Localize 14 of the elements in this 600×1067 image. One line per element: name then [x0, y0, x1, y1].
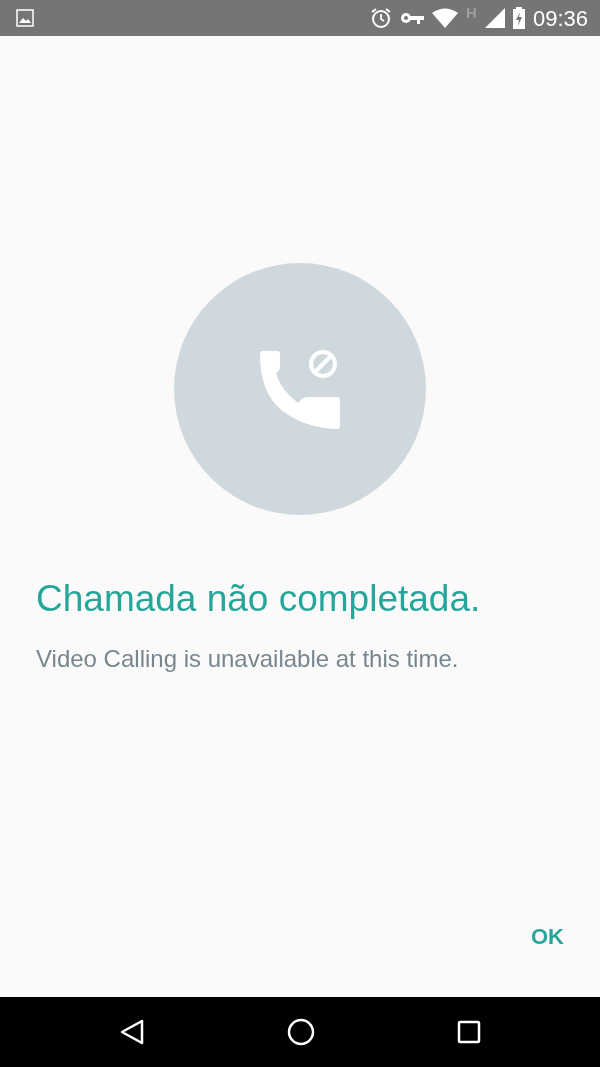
phone-blocked-icon	[258, 349, 342, 429]
back-icon[interactable]	[119, 1018, 145, 1046]
recent-apps-icon[interactable]	[457, 1020, 481, 1044]
clock: 09:36	[532, 4, 588, 33]
home-icon[interactable]	[287, 1018, 315, 1046]
wifi-icon	[432, 8, 459, 28]
battery-charging-icon	[512, 7, 525, 29]
dialog-title: Chamada não completada.	[36, 577, 482, 621]
dialog-message: Video Calling is unavailable at this time.	[36, 644, 460, 675]
signal-icon	[484, 8, 505, 28]
key-icon	[400, 11, 425, 25]
alarm-clock-icon	[370, 7, 393, 29]
ok-button[interactable]: OK	[523, 916, 572, 957]
image-icon	[16, 9, 34, 27]
